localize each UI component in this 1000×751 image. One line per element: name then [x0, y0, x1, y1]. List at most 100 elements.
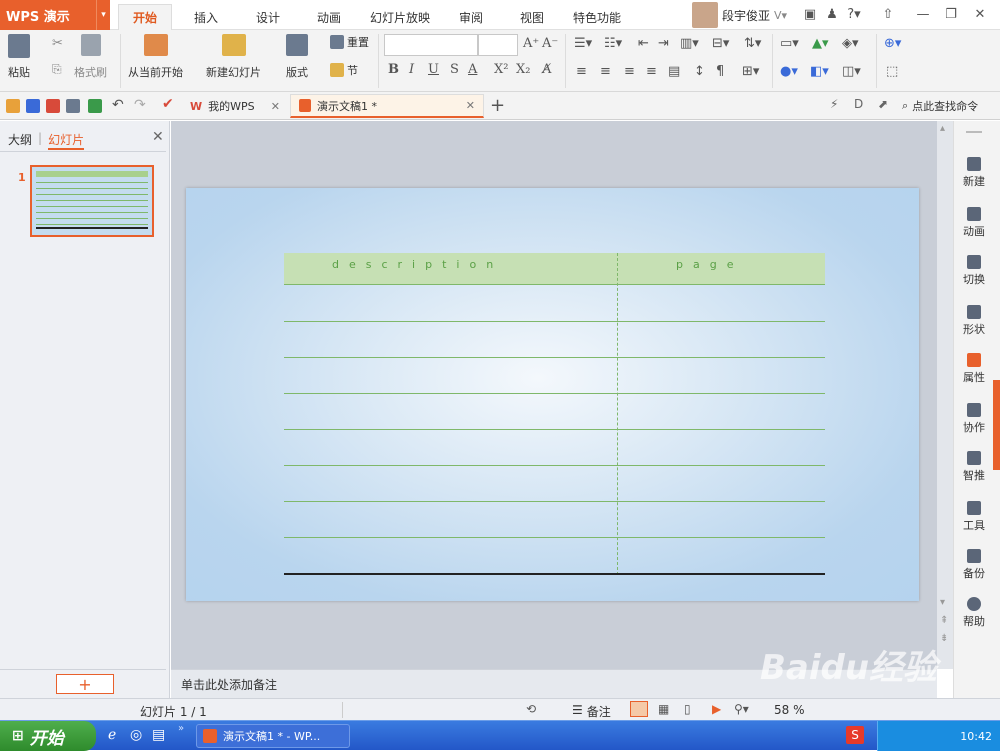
paragraph-icon[interactable]: ¶	[716, 64, 724, 79]
table-row[interactable]	[284, 393, 825, 394]
sidebar-item-backup[interactable]: 备份	[954, 549, 994, 581]
new-slide-button[interactable]: 新建幻灯片	[206, 34, 261, 80]
table[interactable]: description page	[284, 253, 825, 575]
table-row[interactable]	[284, 357, 825, 358]
sidebar-item-shape[interactable]: 形状	[954, 305, 994, 337]
reading-view-icon[interactable]: ▯	[684, 702, 691, 716]
pointer-icon[interactable]: ⚲▾	[734, 702, 749, 716]
scroll-up-icon[interactable]: ▴	[940, 123, 945, 134]
help-icon[interactable]: ?▾	[846, 6, 862, 22]
reset-button[interactable]: 重置	[330, 34, 369, 50]
distributed-align-icon[interactable]: ▤	[668, 64, 680, 79]
columns-icon[interactable]: ▥▾	[680, 36, 699, 51]
table-row[interactable]	[284, 501, 825, 502]
bold-icon[interactable]: B	[388, 62, 399, 77]
normal-view-icon[interactable]	[630, 701, 648, 717]
cut-icon[interactable]: ✂	[52, 36, 66, 51]
sidebar-item-animation[interactable]: 动画	[954, 207, 994, 239]
layout-button[interactable]: 版式	[286, 34, 308, 80]
cloud-icon[interactable]: D	[854, 97, 863, 111]
pin-icon[interactable]: ⚡	[830, 97, 838, 111]
sidebar-item-collaborate[interactable]: 协作	[954, 403, 994, 435]
tab-design[interactable]: 设计	[242, 4, 294, 30]
find-icon[interactable]: ⊕▾	[884, 36, 901, 51]
tab-insert[interactable]: 插入	[180, 4, 232, 30]
expand-icon[interactable]: »	[178, 723, 184, 734]
select-icon[interactable]: ⬚	[886, 64, 898, 79]
tab-animation[interactable]: 动画	[303, 4, 355, 30]
header-page[interactable]: page	[676, 258, 743, 271]
bullets-icon[interactable]: ☰▾	[574, 36, 592, 51]
font-grow-icon[interactable]: A⁺	[523, 36, 539, 51]
distribute-icon[interactable]: ⊟▾	[712, 36, 729, 51]
ie-icon[interactable]: ℯ	[108, 727, 116, 743]
font-shrink-icon[interactable]: A⁻	[542, 36, 558, 51]
numbering-icon[interactable]: ☷▾	[604, 36, 622, 51]
tab-document[interactable]: 演示文稿1 * ✕	[290, 94, 484, 118]
align-left-icon[interactable]: ≡	[576, 64, 587, 79]
table-header-row[interactable]: description page	[284, 253, 825, 285]
table-row[interactable]	[284, 321, 825, 322]
sogou-icon[interactable]: S	[846, 726, 864, 744]
clear-format-icon[interactable]: A̸	[542, 62, 551, 77]
customize-icon[interactable]: ✔	[162, 96, 174, 112]
close-panel-icon[interactable]: ✕	[152, 129, 164, 145]
close-icon[interactable]: ✕	[972, 6, 988, 22]
justify-icon[interactable]: ≡	[646, 64, 657, 79]
picture-icon[interactable]: ▲▾	[812, 36, 829, 51]
user-account[interactable]: 段宇俊亚 V▾	[692, 2, 787, 28]
line-spacing-icon[interactable]: ↕	[694, 64, 705, 79]
superscript-icon[interactable]: X²	[494, 62, 508, 77]
sidebar-item-help[interactable]: 帮助	[954, 597, 994, 629]
sidebar-collapse-handle[interactable]	[993, 380, 1000, 470]
tab-special[interactable]: 特色功能	[559, 4, 635, 30]
vertical-scrollbar[interactable]: ▴ ▾ ⇞ ⇟	[937, 121, 953, 669]
explorer-icon[interactable]: ◎	[130, 727, 142, 743]
pdf-icon[interactable]	[46, 99, 60, 113]
desktop-icon[interactable]: ▤	[152, 727, 165, 743]
table-row[interactable]	[284, 465, 825, 466]
indent-icon[interactable]: ⇤	[638, 36, 649, 51]
subscript-icon[interactable]: X₂	[516, 62, 530, 77]
font-color-icon[interactable]: A	[468, 62, 477, 77]
history-icon[interactable]: ⟲	[526, 702, 536, 716]
minimize-icon[interactable]: —	[915, 6, 931, 22]
clock[interactable]: 10:42	[960, 730, 992, 743]
tab-view[interactable]: 视图	[506, 4, 558, 30]
align-right-icon[interactable]: ≡	[624, 64, 635, 79]
skin-icon[interactable]: ▣	[802, 6, 818, 22]
sidebar-item-recommend[interactable]: 智推	[954, 451, 994, 483]
text-box-icon[interactable]: ⊞▾	[742, 64, 759, 79]
outdent-icon[interactable]: ⇥	[658, 36, 669, 51]
slideshow-icon[interactable]: ▶	[712, 702, 721, 716]
next-slide-icon[interactable]: ⇟	[940, 633, 948, 644]
from-current-button[interactable]: 从当前开始	[128, 34, 183, 80]
restore-icon[interactable]: ❐	[943, 6, 959, 22]
upload-icon[interactable]: ⇧	[880, 6, 896, 22]
search-command[interactable]: ⌕ 点此查找命令	[902, 98, 978, 114]
italic-icon[interactable]: I	[409, 62, 414, 77]
table-row[interactable]	[284, 537, 825, 538]
table-row[interactable]	[284, 429, 825, 430]
start-button[interactable]: ⊞ 开始	[0, 721, 96, 751]
arrange-icon[interactable]: ◧▾	[810, 64, 829, 79]
sorter-view-icon[interactable]: ▦	[658, 702, 669, 716]
drag-handle[interactable]	[966, 131, 982, 133]
tab-my-wps[interactable]: W 我的WPS ✕	[182, 94, 288, 118]
zoom-level[interactable]: 58 %	[774, 703, 805, 717]
close-tab-icon[interactable]: ✕	[466, 99, 475, 112]
undo-icon[interactable]: ↶	[112, 97, 124, 113]
sidebar-item-new[interactable]: 新建	[954, 157, 994, 189]
outline-icon[interactable]: ◫▾	[842, 64, 861, 79]
textbox-insert-icon[interactable]: ▭▾	[780, 36, 799, 51]
close-tab-icon[interactable]: ✕	[271, 100, 280, 113]
taskbar-item-presentation[interactable]: 演示文稿1 * - WP...	[196, 724, 350, 748]
wps-app-menu[interactable]: WPS 演示 ▾	[0, 0, 110, 30]
tab-slides[interactable]: 幻灯片	[48, 131, 85, 150]
shirt-icon[interactable]: ♟	[824, 6, 840, 22]
new-tab-icon[interactable]: +	[490, 95, 505, 116]
text-direction-icon[interactable]: ⇅▾	[744, 36, 761, 51]
fill-icon[interactable]: ◈▾	[842, 36, 859, 51]
shadow-icon[interactable]: S	[450, 62, 459, 77]
preview-icon[interactable]	[88, 99, 102, 113]
